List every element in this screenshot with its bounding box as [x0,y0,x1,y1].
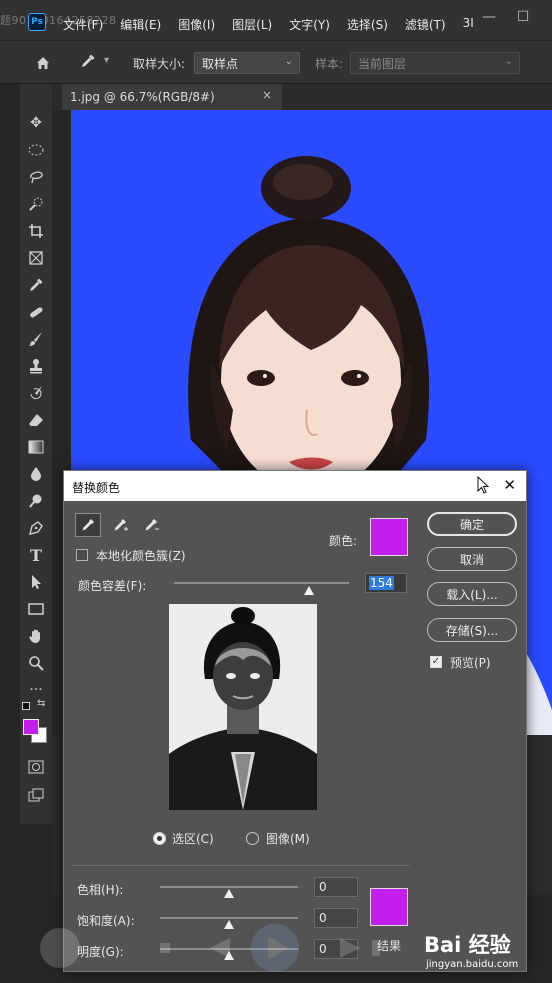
hand-icon[interactable] [24,625,48,647]
path-select-icon[interactable] [24,571,48,593]
menu-type[interactable]: 文字(Y) [289,16,330,33]
blur-icon[interactable] [24,463,48,485]
image-radio-label: 图像(M) [266,832,310,846]
sample-size-label: 取样大小: [133,57,186,71]
hue-input[interactable]: 0 [314,877,358,897]
chevron-down-icon[interactable]: ▾ [104,55,109,66]
pen-icon[interactable] [24,517,48,539]
dialog-divider [72,865,410,866]
eyedropper-icon[interactable] [24,274,48,296]
sample-value: 当前图层 [358,57,407,71]
history-brush-icon[interactable] [24,382,48,404]
chevron-down-icon: ⌄ [284,56,293,67]
zoom-icon[interactable] [24,652,48,674]
default-colors-icon[interactable] [22,702,30,710]
subtract-from-sample-eyedropper-button[interactable] [139,513,165,537]
document-tab-bar: 1.jpg @ 66.7%(RGB/8#) × [52,84,552,110]
options-bar: ▾ 取样大小: 取样点 ⌄ 样本: 当前图层 ⌄ [0,40,552,84]
fuzziness-slider-thumb[interactable] [303,586,314,595]
sample-size-value: 取样点 [202,57,239,71]
baidu-jingyan-url: jingyan.baidu.com [426,959,519,970]
eraser-icon[interactable] [24,409,48,431]
type-icon[interactable]: T [24,544,48,566]
maximize-button[interactable]: ☐ [514,8,532,26]
tools-panel: ✥ T ··· ⇆ [20,84,52,824]
cancel-button[interactable]: 取消 [427,547,517,571]
menu-image[interactable]: 图像(I) [178,16,215,33]
menu-3d[interactable]: 3I [463,16,474,33]
screen-mode-icon[interactable] [24,784,48,806]
load-button[interactable]: 载入(L)... [427,582,517,606]
move-icon[interactable]: ✥ [24,112,48,134]
dialog-titlebar: 替换颜色 ✕ [64,471,526,501]
fuzziness-slider-track[interactable] [174,582,349,584]
localized-clusters-label: 本地化颜色簇(Z) [96,549,186,563]
menu-filter[interactable]: 滤镜(T) [405,16,446,33]
fuzziness-value: 154 [369,576,394,590]
main-menu: 文件(F) 编辑(E) 图像(I) 图层(L) 文字(Y) 选择(S) 滤镜(T… [63,16,474,33]
healing-icon[interactable] [24,301,48,323]
fuzziness-input[interactable]: 154 [365,573,407,593]
rectangle-icon[interactable] [24,598,48,620]
stamp-icon[interactable] [24,355,48,377]
close-tab-icon[interactable]: × [262,88,272,102]
frame-icon[interactable] [24,247,48,269]
selection-preview [169,604,317,810]
hue-slider-track[interactable] [160,886,298,888]
preview-label: 预览(P) [450,656,491,670]
color-label: 颜色: [329,534,358,548]
baidu-jingyan-logo: Bai 经验 [424,933,511,957]
document-tab[interactable]: 1.jpg @ 66.7%(RGB/8#) × [62,84,282,110]
marquee-icon[interactable] [24,139,48,161]
sample-color-swatch[interactable] [370,518,408,556]
hue-label: 色相(H): [77,883,124,897]
lasso-icon[interactable] [24,166,48,188]
brush-icon[interactable] [24,328,48,350]
sample-label: 样本: [315,57,344,71]
ok-button[interactable]: 确定 [427,512,517,536]
foreground-color-swatch[interactable] [23,719,39,735]
mouse-cursor-icon [477,475,491,498]
localized-clusters-checkbox[interactable] [76,549,88,561]
home-icon[interactable] [30,50,56,76]
gradient-icon[interactable] [24,436,48,458]
fuzziness-label: 颜色容差(F): [78,579,147,593]
dialog-title: 替换颜色 [72,481,121,495]
quick-select-icon[interactable] [24,193,48,215]
menu-file[interactable]: 文件(F) [63,16,103,33]
swap-colors-icon[interactable]: ⇆ [37,698,45,709]
eyedropper-tool-button[interactable] [75,513,101,537]
image-radio[interactable] [246,832,259,845]
chevron-down-icon: ⌄ [504,56,513,67]
menu-bar: 题90150164258228 Ps 文件(F) 编辑(E) 图像(I) 图层(… [0,0,552,40]
sample-select[interactable]: 当前图层 ⌄ [350,52,520,74]
preview-checkbox[interactable]: ✓ [430,656,442,668]
menu-edit[interactable]: 编辑(E) [120,16,161,33]
save-button[interactable]: 存储(S)... [427,618,517,642]
document-title: 1.jpg @ 66.7%(RGB/8#) [70,90,215,104]
quick-mask-icon[interactable] [24,756,48,778]
minimize-button[interactable]: — [480,8,498,26]
sample-size-select[interactable]: 取样点 ⌄ [194,52,300,74]
selection-radio[interactable] [153,832,166,845]
photoshop-logo: Ps [28,13,46,31]
eyedropper-preset-icon[interactable] [80,53,96,73]
replace-color-dialog: 替换颜色 ✕ 颜色: 本地化颜色簇(Z) 颜色容差(F): 154 选区(C) … [63,470,527,972]
crop-icon[interactable] [24,220,48,242]
menu-layer[interactable]: 图层(L) [232,16,272,33]
hue-slider-thumb[interactable] [224,889,234,898]
menu-select[interactable]: 选择(S) [347,16,388,33]
selection-radio-label: 选区(C) [172,832,214,846]
dodge-icon[interactable] [24,490,48,512]
close-icon[interactable]: ✕ [503,476,516,494]
add-to-sample-eyedropper-button[interactable] [108,513,134,537]
